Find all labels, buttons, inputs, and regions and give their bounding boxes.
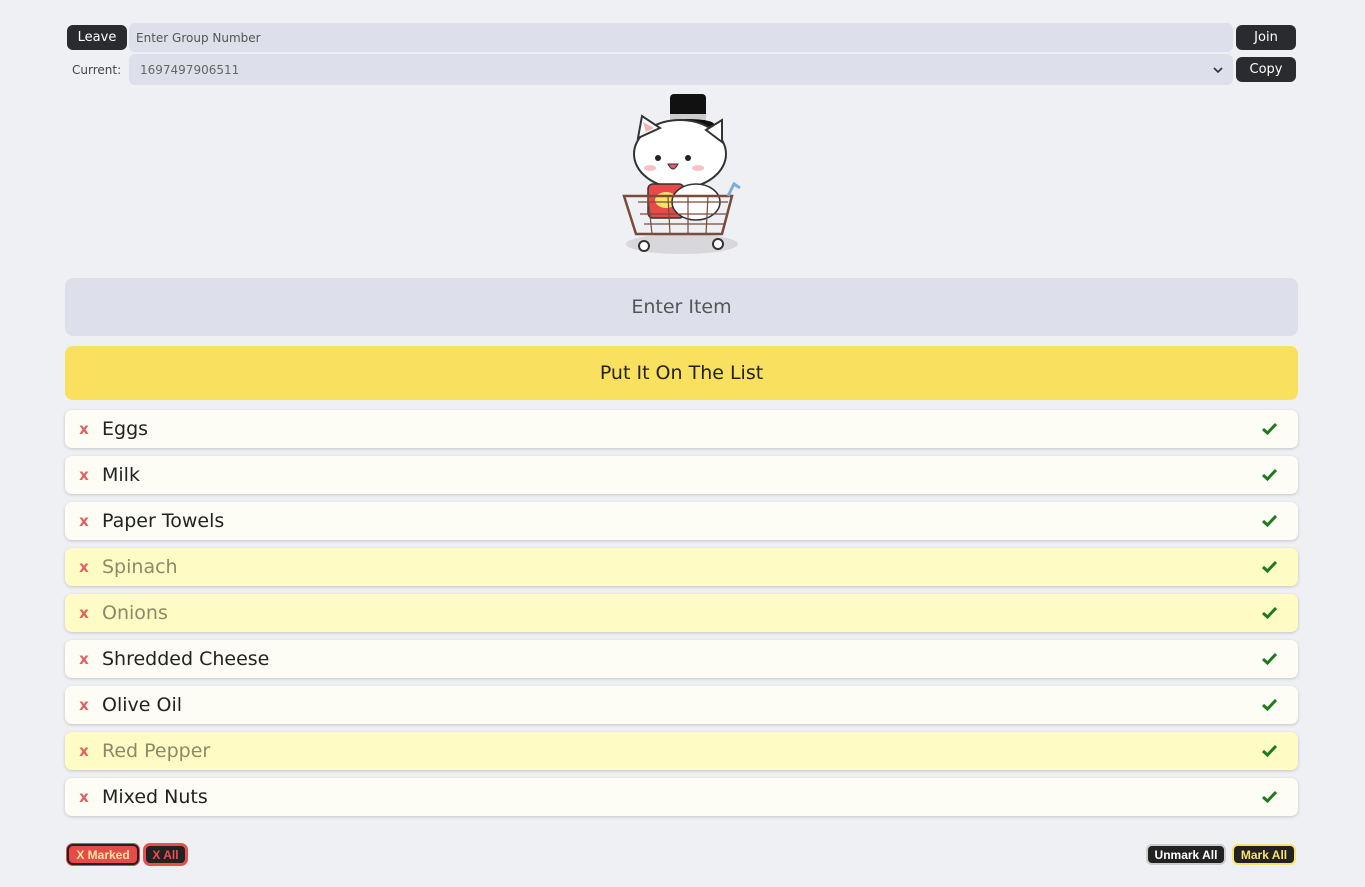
check-icon[interactable] [1261,742,1278,759]
list-item[interactable]: x Eggs [65,410,1298,448]
list-item[interactable]: x Milk [65,456,1298,494]
delete-x-icon[interactable]: x [65,466,101,484]
list-item-label: Red Pepper [102,740,211,762]
item-input[interactable]: Enter Item [65,278,1298,336]
delete-x-icon[interactable]: x [65,788,101,806]
list-item[interactable]: x Olive Oil [65,686,1298,724]
check-icon[interactable] [1261,696,1278,713]
list-item-label: Eggs [102,418,149,440]
delete-x-icon[interactable]: x [65,742,101,760]
check-icon[interactable] [1261,420,1278,437]
list-item-label: Olive Oil [102,694,182,716]
check-icon[interactable] [1261,466,1278,483]
delete-x-icon[interactable]: x [65,604,101,622]
x-marked-button[interactable]: X Marked [67,844,139,865]
x-all-button[interactable]: X All [144,844,187,865]
mark-all-button[interactable]: Mark All [1232,844,1296,865]
list-item-label: Mixed Nuts [102,786,208,808]
list-item[interactable]: x Shredded Cheese [65,640,1298,678]
list-item[interactable]: x Mixed Nuts [65,778,1298,816]
current-group-select[interactable]: 1697497906511 [129,54,1233,85]
current-group-row: Current: 1697497906511 Copy [67,54,1296,85]
check-icon[interactable] [1261,788,1278,805]
join-button[interactable]: Join [1236,25,1296,50]
delete-x-icon[interactable]: x [65,696,101,714]
list-item-label: Spinach [102,556,178,578]
check-icon[interactable] [1261,558,1278,575]
list-item-label: Shredded Cheese [102,648,270,670]
delete-x-icon[interactable]: x [65,558,101,576]
list-item-label: Milk [102,464,140,486]
list-item-label: Paper Towels [102,510,225,532]
list-item[interactable]: x Spinach [65,548,1298,586]
delete-x-icon[interactable]: x [65,420,101,438]
check-icon[interactable] [1261,512,1278,529]
chevron-down-icon [1213,63,1223,77]
list-item[interactable]: x Red Pepper [65,732,1298,770]
add-item-button[interactable]: Put It On The List [65,346,1298,400]
check-icon[interactable] [1261,650,1278,667]
group-join-row: Leave Enter Group Number Join [67,23,1296,52]
current-group-value: 1697497906511 [140,62,240,77]
group-number-input[interactable]: Enter Group Number [129,23,1233,52]
list-item-label: Onions [102,602,168,624]
shopping-list: x Eggs x Milk x Paper Towels x Spinach x Onions x S… [65,410,1298,824]
leave-button[interactable]: Leave [67,25,127,50]
unmark-all-button[interactable]: Unmark All [1146,844,1226,865]
list-item[interactable]: x Onions [65,594,1298,632]
check-icon[interactable] [1261,604,1278,621]
copy-button[interactable]: Copy [1236,57,1296,82]
current-label: Current: [72,62,122,77]
delete-x-icon[interactable]: x [65,512,101,530]
list-item[interactable]: x Paper Towels [65,502,1298,540]
delete-x-icon[interactable]: x [65,650,101,668]
cat-in-cart-mascot [618,92,744,262]
